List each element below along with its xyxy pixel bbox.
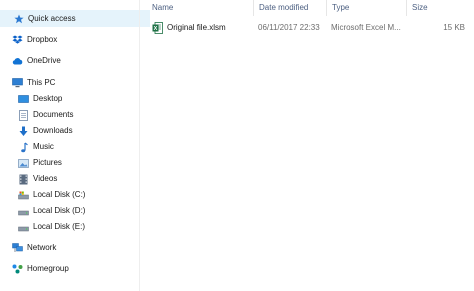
nav-label-music: Music — [33, 142, 54, 151]
nav-label-onedrive: OneDrive — [27, 56, 61, 65]
nav-item-desktop[interactable]: Desktop — [18, 92, 62, 106]
excel-file-icon: X — [152, 22, 164, 34]
file-list-pane: ▲ Name Date modified Type Size X Origina… — [141, 0, 474, 291]
nav-label-quick-access: Quick access — [28, 14, 76, 23]
column-header-date-label: Date modified — [259, 3, 309, 12]
desktop-icon — [18, 94, 29, 105]
music-note-icon — [18, 142, 29, 153]
column-header-type-label: Type — [332, 3, 350, 12]
download-arrow-icon — [18, 126, 29, 137]
video-film-icon — [18, 174, 29, 185]
file-name: Original file.xlsm — [167, 23, 226, 32]
nav-item-music[interactable]: Music — [18, 140, 54, 154]
nav-label-disk-c: Local Disk (C:) — [33, 190, 86, 199]
nav-label-homegroup: Homegroup — [27, 264, 69, 273]
network-icon — [12, 243, 23, 254]
nav-item-disk-e[interactable]: Local Disk (E:) — [18, 220, 85, 234]
file-size: 15 KB — [443, 23, 465, 32]
column-header-name-label: Name — [152, 3, 174, 12]
drive-icon — [18, 222, 29, 233]
nav-item-homegroup[interactable]: Homegroup — [12, 262, 69, 276]
nav-label-dropbox: Dropbox — [27, 35, 58, 44]
nav-label-videos: Videos — [33, 174, 58, 183]
nav-label-this-pc: This PC — [27, 78, 56, 87]
nav-label-disk-e: Local Disk (E:) — [33, 222, 86, 231]
file-date-modified: 06/11/2017 22:33 — [258, 23, 320, 32]
computer-icon — [12, 78, 23, 89]
system-drive-icon — [18, 190, 29, 201]
svg-text:X: X — [154, 26, 158, 32]
nav-item-disk-c[interactable]: Local Disk (C:) — [18, 188, 85, 202]
star-icon — [13, 13, 24, 24]
nav-item-disk-d[interactable]: Local Disk (D:) — [18, 204, 85, 218]
nav-label-pictures: Pictures — [33, 158, 62, 167]
nav-item-downloads[interactable]: Downloads — [18, 124, 73, 138]
nav-item-videos[interactable]: Videos — [18, 172, 57, 186]
file-row[interactable]: X Original file.xlsm 06/11/2017 22:33 Mi… — [149, 20, 469, 36]
nav-item-network[interactable]: Network — [12, 241, 56, 255]
nav-item-this-pc[interactable]: This PC — [12, 76, 55, 90]
nav-item-onedrive[interactable]: OneDrive — [12, 54, 61, 68]
nav-item-documents[interactable]: Documents — [18, 108, 73, 122]
column-header-type[interactable]: Type — [326, 0, 406, 16]
nav-item-pictures[interactable]: Pictures — [18, 156, 62, 170]
nav-label-disk-d: Local Disk (D:) — [33, 206, 86, 215]
column-header-name[interactable]: Name — [147, 0, 259, 16]
nav-label-desktop: Desktop — [33, 94, 63, 103]
nav-label-documents: Documents — [33, 110, 74, 119]
column-header-size-label: Size — [412, 3, 428, 12]
dropbox-icon — [12, 35, 23, 46]
documents-icon — [18, 109, 29, 121]
column-header-date-modified[interactable]: Date modified — [253, 0, 326, 16]
nav-item-dropbox[interactable]: Dropbox — [12, 33, 57, 47]
pictures-icon — [18, 158, 29, 169]
nav-label-downloads: Downloads — [33, 126, 73, 135]
homegroup-icon — [12, 264, 23, 275]
drive-icon — [18, 206, 29, 217]
navigation-pane: Quick access Dropbox OneDrive This PC De… — [0, 0, 150, 291]
file-type: Microsoft Excel M... — [331, 23, 401, 32]
cloud-icon — [12, 56, 23, 67]
nav-item-quick-access[interactable]: Quick access — [0, 10, 150, 27]
pane-divider[interactable] — [139, 0, 140, 291]
nav-label-network: Network — [27, 243, 57, 252]
column-header-size[interactable]: Size — [406, 0, 466, 16]
